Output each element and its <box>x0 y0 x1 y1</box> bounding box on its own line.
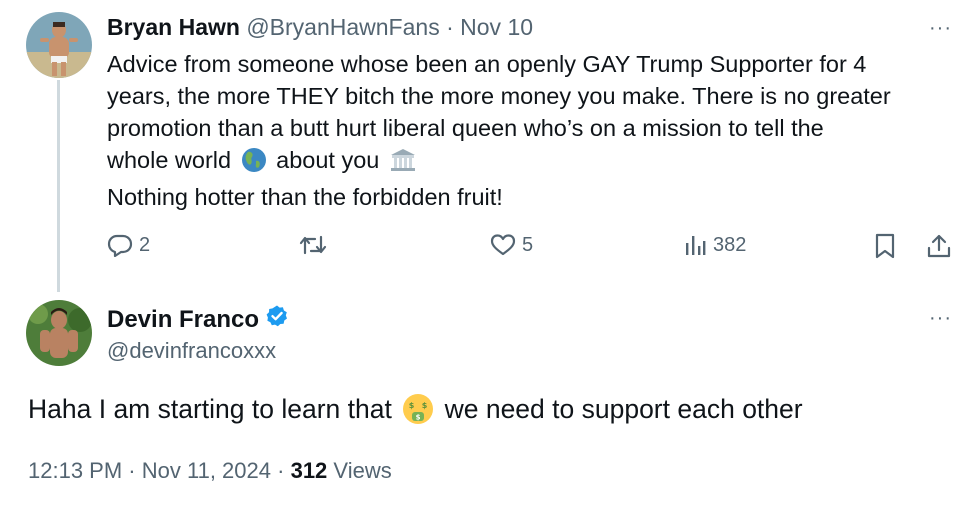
tweet-text-segment: we need to support each other <box>444 394 803 424</box>
verified-badge-icon[interactable] <box>265 304 289 335</box>
share-icon <box>927 234 951 258</box>
share-button[interactable] <box>926 233 952 259</box>
main-tweet-text: Haha I am starting to learn that $ $ $ w… <box>28 393 803 432</box>
reply-tweet-text: Advice from someone whose been an openly… <box>107 48 947 213</box>
classical-building-icon <box>389 147 417 181</box>
tweet-text-line: Advice from someone whose been an openly… <box>107 51 867 77</box>
reply-tweet-header: Bryan Hawn @BryanHawnFans · Nov 10 <box>107 14 533 41</box>
separator-dot: · <box>277 458 285 483</box>
tweet-text-line: years, the more THEY bitch the more mone… <box>107 83 891 109</box>
views-count: 382 <box>713 233 747 256</box>
heart-icon <box>490 234 516 256</box>
reply-icon <box>107 234 133 257</box>
author-handle[interactable]: @BryanHawnFans <box>246 14 439 40</box>
separator-dot: · <box>446 14 454 40</box>
svg-text:$: $ <box>409 401 415 410</box>
bookmark-icon <box>875 233 895 259</box>
views-label: Views <box>333 458 392 483</box>
analytics-bars-icon <box>686 236 706 255</box>
tweet-text-segment: Haha I am starting to learn that <box>28 394 392 424</box>
bookmark-button[interactable] <box>874 233 896 259</box>
tweet-time[interactable]: 12:13 PM <box>28 458 122 483</box>
tweet-date[interactable]: Nov 11, 2024 <box>142 458 271 483</box>
more-options-icon[interactable]: ··· <box>929 18 952 38</box>
separator-dot: · <box>128 458 136 483</box>
svg-text:$: $ <box>416 414 421 422</box>
retweet-icon <box>299 235 327 255</box>
tweet-text-line: whole world about you <box>107 144 947 181</box>
like-button[interactable]: 5 <box>490 233 533 257</box>
retweet-button[interactable] <box>298 233 334 257</box>
author-name[interactable]: Bryan Hawn <box>107 14 240 40</box>
author-handle[interactable]: @devinfrancoxxx <box>107 338 276 364</box>
tweet-text-line: Nothing hotter than the forbidden fruit! <box>107 184 503 210</box>
main-tweet-author: Devin Franco <box>107 304 289 335</box>
tweet-date[interactable]: Nov 10 <box>460 14 533 40</box>
svg-text:$: $ <box>422 401 428 410</box>
tweet-metadata: 12:13 PM · Nov 11, 2024 · 312 Views <box>28 458 392 484</box>
avatar-bryan-hawn[interactable] <box>26 12 92 78</box>
tweet-text-segment: about you <box>276 147 380 173</box>
reply-button[interactable]: 2 <box>107 233 150 257</box>
views-count: 312 <box>290 458 328 483</box>
reply-count: 2 <box>139 233 151 256</box>
like-count: 5 <box>522 233 534 256</box>
views-button[interactable]: 382 <box>683 233 746 257</box>
tweet-action-bar: 2 5 382 <box>0 233 980 263</box>
tweet-text-line: promotion than a butt hurt liberal queen… <box>107 115 824 141</box>
globe-americas-icon <box>241 147 267 181</box>
author-name[interactable]: Devin Franco <box>107 306 259 334</box>
more-options-icon[interactable]: ··· <box>929 308 952 328</box>
money-mouth-face-icon: $ $ $ <box>402 393 434 432</box>
tweet-text-segment: whole world <box>107 147 232 173</box>
avatar-devin-franco[interactable] <box>26 300 92 366</box>
